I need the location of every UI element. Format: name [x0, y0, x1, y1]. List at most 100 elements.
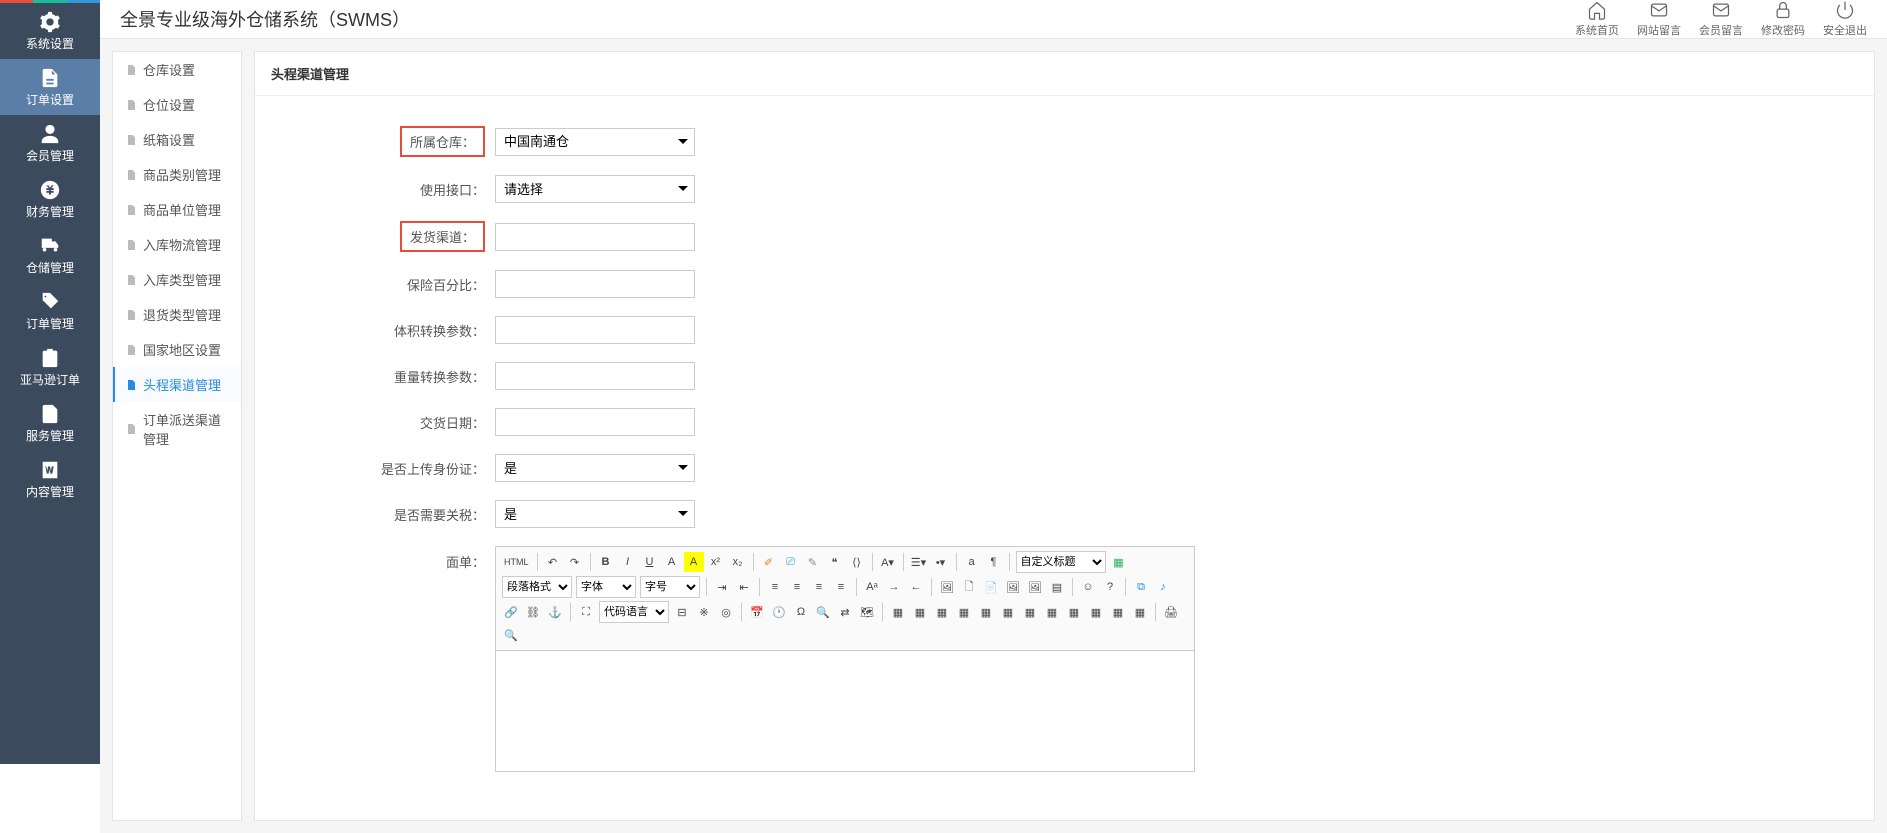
tb-fontcolor[interactable]: A	[662, 552, 682, 572]
subnav-warehouse-settings[interactable]: 仓库设置	[113, 52, 241, 87]
tb-super[interactable]: x²	[706, 552, 726, 572]
tb-format[interactable]: ✎	[803, 552, 823, 572]
tb-undo[interactable]: ↶	[543, 552, 563, 572]
tb-col-after[interactable]: ▦	[1020, 602, 1040, 622]
tb-row-before[interactable]: ▦	[932, 602, 952, 622]
nav-amazon[interactable]: 亚马逊订单	[0, 339, 100, 395]
subnav-dispatch-channel[interactable]: 订单派送渠道管理	[113, 402, 241, 456]
tb-align-center[interactable]: ≡	[787, 577, 807, 597]
tb-img6[interactable]: ▤	[1047, 577, 1067, 597]
tb-indent[interactable]: ⇥	[712, 577, 732, 597]
action-home[interactable]: 系统首页	[1575, 0, 1619, 38]
nav-member[interactable]: 会员管理	[0, 115, 100, 171]
action-member-msg[interactable]: 会员留言	[1699, 0, 1743, 38]
tb-row-del[interactable]: ▦	[976, 602, 996, 622]
nav-system[interactable]: 系统设置	[0, 3, 100, 59]
tb-preview[interactable]: 🔍	[501, 625, 521, 645]
subnav-country-region[interactable]: 国家地区设置	[113, 332, 241, 367]
tb-code-lang[interactable]: 代码语言	[599, 601, 669, 623]
tb-font-family[interactable]: 字体	[576, 576, 636, 598]
tb-fullscreen[interactable]: ⛶	[576, 602, 596, 622]
input-delivery[interactable]	[495, 408, 695, 436]
tb-pagebreak[interactable]: ⊟	[672, 602, 692, 622]
tb-clear[interactable]: ⎚	[781, 552, 801, 572]
subnav-bin-settings[interactable]: 仓位设置	[113, 87, 241, 122]
tb-ul[interactable]: •▾	[931, 552, 951, 572]
nav-order-mgmt[interactable]: 订单管理	[0, 283, 100, 339]
tb-time[interactable]: 🕐	[769, 602, 789, 622]
tb-omega[interactable]: Ω	[791, 602, 811, 622]
tb-sub[interactable]: x₂	[728, 552, 748, 572]
tb-table[interactable]: ▦	[888, 602, 908, 622]
tb-col-del[interactable]: ▦	[1042, 602, 1062, 622]
nav-warehouse[interactable]: 仓储管理	[0, 227, 100, 283]
nav-order-settings[interactable]: 订单设置	[0, 59, 100, 115]
tb-ref[interactable]: ※	[694, 602, 714, 622]
tb-eraser[interactable]: ✐	[759, 552, 779, 572]
tb-bold[interactable]: B	[596, 552, 616, 572]
nav-service[interactable]: 服务管理	[0, 395, 100, 451]
tb-merge[interactable]: ▦	[1064, 602, 1084, 622]
tb-row-after[interactable]: ▦	[954, 602, 974, 622]
tb-link[interactable]: 🔗	[501, 602, 521, 622]
action-logout[interactable]: 安全退出	[1823, 0, 1867, 38]
tb-img5[interactable]: 🖼	[1025, 577, 1045, 597]
tb-emoji[interactable]: ☺	[1078, 577, 1098, 597]
tb-code[interactable]: ⟨⟩	[847, 552, 867, 572]
tb-tbl-del[interactable]: ▦	[910, 602, 930, 622]
tb-underline[interactable]: U	[640, 552, 660, 572]
tb-unlink[interactable]: ⛓	[523, 602, 543, 622]
subnav-category-mgmt[interactable]: 商品类别管理	[113, 157, 241, 192]
tb-img1[interactable]: 🖼	[937, 577, 957, 597]
tb-italic[interactable]: I	[618, 552, 638, 572]
tb-textstyle[interactable]: A▾	[878, 552, 898, 572]
subnav-headway-channel[interactable]: 头程渠道管理	[113, 367, 241, 402]
select-tariff[interactable]: 是	[495, 500, 695, 528]
action-site-msg[interactable]: 网站留言	[1637, 0, 1681, 38]
tb-ol[interactable]: ☰▾	[909, 552, 929, 572]
tb-img4[interactable]: 🖼	[1003, 577, 1023, 597]
tb-custom-title[interactable]: 自定义标题	[1016, 551, 1106, 573]
tb-target[interactable]: ◎	[716, 602, 736, 622]
tb-help[interactable]: ?	[1100, 577, 1120, 597]
tb-caps[interactable]: Aᵃ	[862, 577, 882, 597]
input-insurance[interactable]	[495, 270, 695, 298]
tb-tblprop1[interactable]: ▦	[1108, 602, 1128, 622]
tb-split[interactable]: ▦	[1086, 602, 1106, 622]
select-idcard[interactable]: 是	[495, 454, 695, 482]
tb-rtl[interactable]: ←	[906, 577, 926, 597]
tb-redo[interactable]: ↷	[565, 552, 585, 572]
tb-music[interactable]: ♪	[1153, 577, 1173, 597]
tb-ltr[interactable]: →	[884, 577, 904, 597]
input-volume[interactable]	[495, 316, 695, 344]
editor-content[interactable]	[496, 651, 1194, 771]
tb-html[interactable]: HTML	[501, 552, 532, 572]
tb-date[interactable]: 📅	[747, 602, 767, 622]
action-change-pwd[interactable]: 修改密码	[1761, 0, 1805, 38]
subnav-box-settings[interactable]: 纸箱设置	[113, 122, 241, 157]
select-api[interactable]: 请选择	[495, 175, 695, 203]
subnav-return-type[interactable]: 退货类型管理	[113, 297, 241, 332]
tb-lowercase[interactable]: a	[962, 552, 982, 572]
tb-find[interactable]: 🔍	[813, 602, 833, 622]
tb-window[interactable]: ⧉	[1131, 577, 1151, 597]
input-channel[interactable]	[495, 223, 695, 251]
tb-align-justify[interactable]: ≡	[831, 577, 851, 597]
nav-content[interactable]: 内容管理	[0, 451, 100, 507]
tb-p[interactable]: ¶	[984, 552, 1004, 572]
input-weight[interactable]	[495, 362, 695, 390]
tb-bgcolor[interactable]: A	[684, 552, 704, 572]
tb-align-left[interactable]: ≡	[765, 577, 785, 597]
tb-print[interactable]: 🖨	[1161, 602, 1181, 622]
tb-align-right[interactable]: ≡	[809, 577, 829, 597]
tb-map[interactable]: 🗺	[857, 602, 877, 622]
subnav-inbound-type[interactable]: 入库类型管理	[113, 262, 241, 297]
nav-finance[interactable]: 财务管理	[0, 171, 100, 227]
tb-img3[interactable]: 📄	[981, 577, 1001, 597]
subnav-unit-mgmt[interactable]: 商品单位管理	[113, 192, 241, 227]
tb-col-before[interactable]: ▦	[998, 602, 1018, 622]
tb-quote[interactable]: ❝	[825, 552, 845, 572]
tb-outdent[interactable]: ⇤	[734, 577, 754, 597]
subnav-inbound-logistics[interactable]: 入库物流管理	[113, 227, 241, 262]
tb-template[interactable]: ▦	[1109, 552, 1129, 572]
